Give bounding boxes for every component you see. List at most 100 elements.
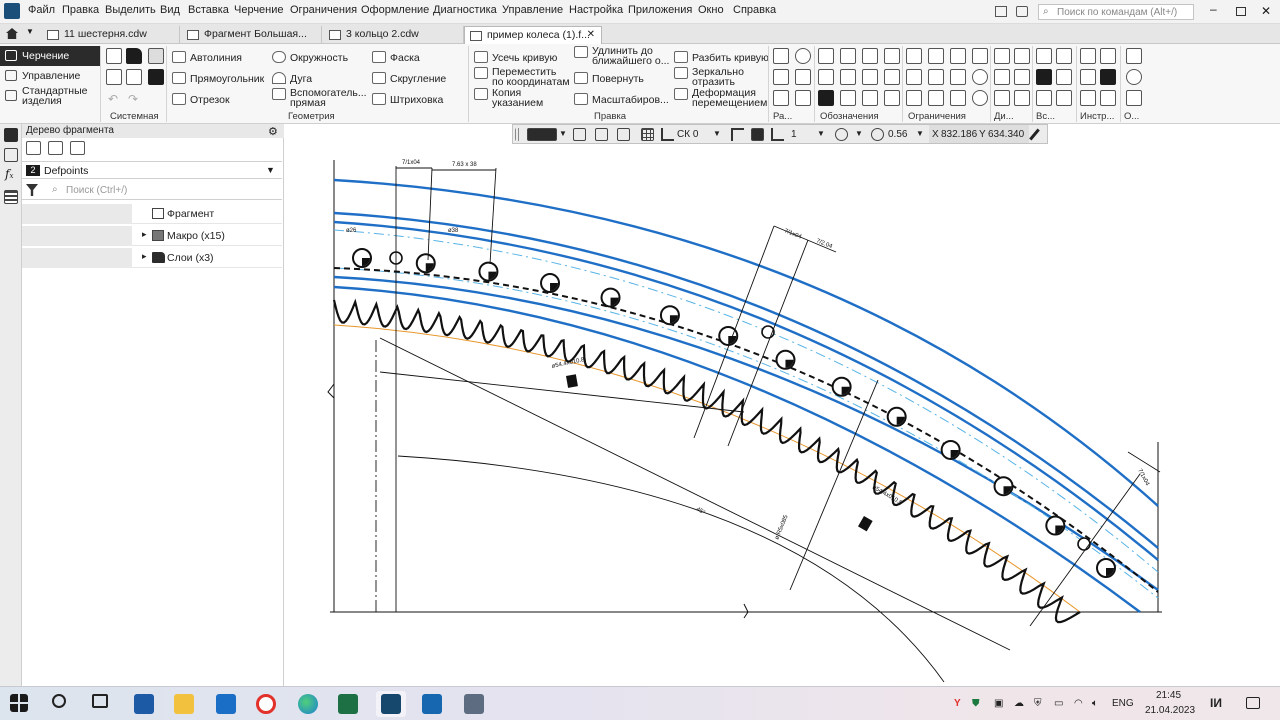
extend-button[interactable]: Удлинить до ближайшего о...	[574, 46, 670, 66]
coordinate-system-value[interactable]: СК 0	[677, 129, 698, 140]
menu-select[interactable]: Выделить	[105, 4, 156, 16]
mail-icon[interactable]	[216, 694, 236, 714]
screenshot-icon[interactable]	[1016, 6, 1028, 17]
open-folder-icon[interactable]	[126, 48, 142, 64]
language-indicator[interactable]: ENG	[1112, 698, 1134, 709]
battery-icon[interactable]: ▭	[1054, 698, 1063, 709]
zoom-to-icon[interactable]	[795, 90, 811, 106]
security-icon[interactable]: ⛨	[1034, 698, 1042, 709]
insert-6-icon[interactable]	[1056, 90, 1072, 106]
equal-icon[interactable]	[928, 90, 944, 106]
clock-date[interactable]: 21.04.2023	[1145, 705, 1195, 716]
segment-button[interactable]: Отрезок	[172, 93, 230, 105]
properties-icon[interactable]	[4, 148, 18, 162]
menu-settings[interactable]: Настройка	[569, 4, 623, 16]
split-curve-button[interactable]: Разбить кривую	[674, 51, 769, 63]
expand-icon[interactable]: ▸	[142, 251, 147, 262]
volume-icon[interactable]: 🔈︎	[1092, 698, 1098, 709]
zoom-value[interactable]: 0.56	[888, 129, 907, 140]
insert-4-icon[interactable]	[1056, 69, 1072, 85]
command-search[interactable]: ⌕ Поиск по командам (Alt+/)	[1038, 4, 1194, 20]
chevron-down-icon[interactable]: ▼	[916, 129, 924, 138]
menu-apps[interactable]: Приложения	[628, 4, 692, 16]
redo-icon[interactable]: ↷	[128, 92, 138, 106]
mirror-button[interactable]: Зеркально отразить	[674, 67, 766, 87]
measure-icon[interactable]	[795, 48, 811, 64]
kompas-icon[interactable]	[376, 691, 406, 717]
yandex-tray-icon[interactable]: Y	[954, 698, 961, 709]
menu-diagnostics[interactable]: Диагностика	[433, 4, 497, 16]
tool-6-icon[interactable]	[1100, 90, 1116, 106]
angle-icon[interactable]	[950, 90, 966, 106]
chevron-down-icon[interactable]: ▼	[713, 129, 721, 138]
diag-2-icon[interactable]	[1014, 48, 1030, 64]
snap-tool-3-icon[interactable]	[617, 128, 630, 141]
excel-icon[interactable]	[338, 694, 358, 714]
extra-2-icon[interactable]	[1126, 69, 1142, 85]
rectangle-button[interactable]: Прямоугольник	[172, 72, 264, 84]
text-bold-icon[interactable]	[818, 90, 834, 106]
tolerance-icon[interactable]	[884, 90, 900, 106]
arrow-icon[interactable]	[862, 90, 878, 106]
step-icon[interactable]	[771, 128, 784, 141]
photos-icon[interactable]	[422, 694, 442, 714]
menu-edit[interactable]: Правка	[62, 4, 99, 16]
windows-start-icon[interactable]	[10, 694, 28, 712]
fix-icon[interactable]	[972, 48, 988, 64]
home-icon[interactable]	[6, 28, 18, 39]
undo-icon[interactable]: ↶	[108, 92, 118, 106]
close-icon[interactable]: ✕	[1261, 4, 1271, 18]
settings-gear-icon[interactable]: ⚙	[268, 125, 278, 138]
extra-1-icon[interactable]	[1126, 48, 1142, 64]
tab-fragment-large[interactable]: Фрагмент Большая...	[182, 26, 322, 44]
tab-gear[interactable]: 11 шестерня.cdw	[42, 26, 180, 44]
tool-2-icon[interactable]	[1100, 48, 1116, 64]
tab-wheel-example[interactable]: пример колеса (1).f... ✕	[464, 26, 602, 44]
snap-tool-1-icon[interactable]	[573, 128, 586, 141]
horizontal-icon[interactable]	[928, 69, 944, 85]
menu-window[interactable]: Окно	[698, 4, 724, 16]
restore-icon[interactable]	[1236, 7, 1246, 16]
fillet-button[interactable]: Скругление	[372, 72, 446, 84]
drawing-canvas[interactable]: 7/1x04 7.63 x 38 ø26 ø38 7/1x04 7/2.04 ø…	[284, 146, 1280, 686]
wifi-icon[interactable]: ◠	[1074, 698, 1083, 709]
rotate-button[interactable]: Повернуть	[574, 72, 644, 84]
autoline-button[interactable]: Автолиния	[172, 51, 242, 63]
perpendicular-icon[interactable]	[928, 48, 944, 64]
concentric-icon[interactable]	[972, 90, 988, 106]
roughness-icon[interactable]	[862, 48, 878, 64]
clock-time[interactable]: 21:45	[1156, 690, 1181, 701]
point-tool-icon[interactable]	[773, 48, 789, 64]
menu-constraints[interactable]: Ограничения	[290, 4, 357, 16]
move-coords-button[interactable]: Переместить по координатам	[474, 67, 570, 87]
new-document-icon[interactable]	[106, 48, 122, 64]
aux-line-button[interactable]: Вспомогатель... прямая	[272, 88, 368, 108]
parallel-icon[interactable]	[906, 48, 922, 64]
calculator-icon[interactable]	[464, 694, 484, 714]
mark-icon[interactable]	[862, 69, 878, 85]
notifications-icon[interactable]	[1246, 697, 1260, 709]
collinear-icon[interactable]	[906, 69, 922, 85]
menu-help[interactable]: Справка	[733, 4, 776, 16]
variables-icon[interactable]: fx	[5, 167, 13, 181]
tool-4-icon[interactable]	[1100, 69, 1116, 85]
hide-icon[interactable]	[795, 69, 811, 85]
linear-dim-icon[interactable]	[818, 48, 834, 64]
yandex-browser-icon[interactable]	[256, 694, 276, 714]
network-monitor-icon[interactable]: ▣	[994, 698, 1003, 709]
step-value[interactable]: 1	[791, 129, 797, 140]
grid-icon[interactable]	[641, 128, 654, 141]
print-icon[interactable]	[106, 69, 122, 85]
scale-button[interactable]: Масштабиров...	[574, 93, 669, 105]
zoom-window-icon[interactable]	[835, 128, 848, 141]
tree-panel-icon[interactable]	[4, 128, 18, 142]
chevron-down-icon[interactable]: ▼	[817, 129, 825, 138]
circle-button[interactable]: Окружность	[272, 51, 348, 63]
tool-3-icon[interactable]	[1080, 69, 1096, 85]
snap-active-icon[interactable]	[751, 128, 764, 141]
tree-search[interactable]: ⌕ Поиск (Ctrl+/)	[22, 182, 282, 200]
deform-button[interactable]: Деформация перемещением	[674, 88, 768, 108]
layout-icon[interactable]	[995, 6, 1007, 17]
tab-ring[interactable]: 3 кольцо 2.cdw	[324, 26, 464, 44]
tangent-icon[interactable]	[972, 69, 988, 85]
